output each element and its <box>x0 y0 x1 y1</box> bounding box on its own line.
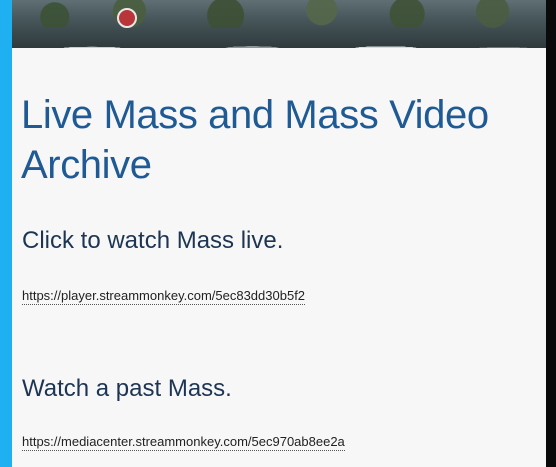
header-banner-image <box>12 0 546 48</box>
live-mass-heading: Click to watch Mass live. <box>22 227 284 254</box>
screenshot-frame: Live Mass and Mass Video Archive Click t… <box>0 0 556 467</box>
live-mass-link[interactable]: https://player.streammonkey.com/5ec83dd3… <box>22 288 306 305</box>
page-title: Live Mass and Mass Video Archive <box>21 93 489 187</box>
right-edge <box>546 0 556 467</box>
past-mass-link[interactable]: https://mediacenter.streammonkey.com/5ec… <box>22 434 345 451</box>
main-content: Live Mass and Mass Video Archive Click t… <box>12 48 546 467</box>
banner-trees <box>12 0 546 28</box>
banner-cars <box>12 28 546 48</box>
accent-bar <box>0 0 12 467</box>
stop-sign-icon <box>117 8 137 28</box>
past-mass-heading: Watch a past Mass. <box>22 375 232 402</box>
